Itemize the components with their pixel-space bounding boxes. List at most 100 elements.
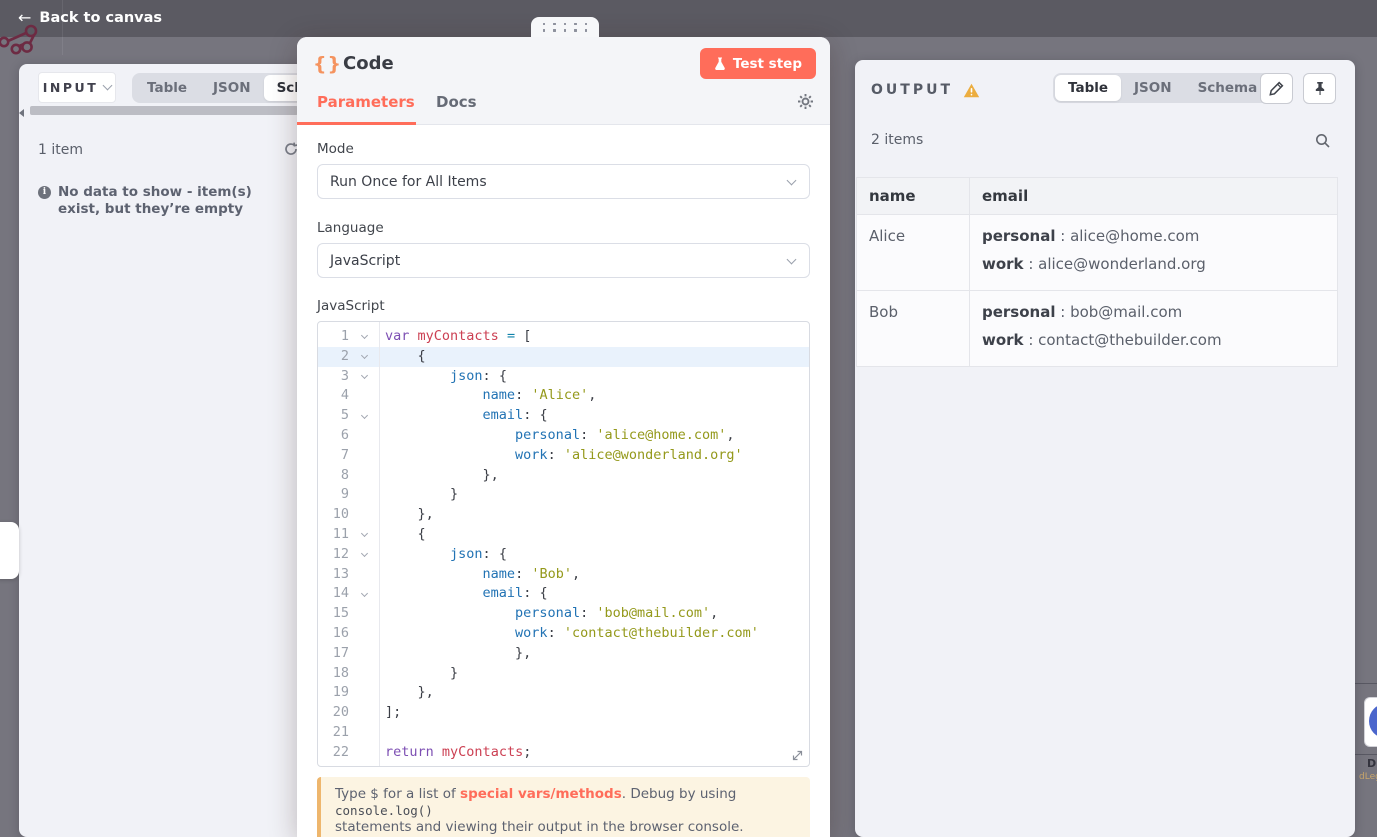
code-line-7[interactable]: work: 'alice@wonderland.org': [380, 446, 809, 466]
test-step-button[interactable]: Test step: [699, 48, 816, 79]
fold-chevron-icon[interactable]: [360, 589, 368, 597]
input-empty-message: No data to show - item(s) exist, but the…: [58, 184, 252, 217]
edit-output-button[interactable]: [1260, 73, 1293, 104]
input-source-selector[interactable]: INPUT: [38, 72, 116, 103]
fold-chevron-icon[interactable]: [360, 352, 368, 360]
line-number: 2: [340, 347, 349, 364]
fold-chevron-icon[interactable]: [360, 530, 368, 538]
active-tab-underline: [297, 122, 416, 125]
line-number: 7: [340, 446, 349, 463]
code-line-11[interactable]: {: [380, 525, 809, 545]
code-line-14[interactable]: email: {: [380, 584, 809, 604]
output-table-header-row: name email: [856, 177, 1338, 215]
code-line-18[interactable]: }: [380, 664, 809, 684]
language-label: Language: [317, 220, 384, 236]
canvas-fragment-line: [1355, 683, 1377, 684]
code-line-21[interactable]: [380, 723, 809, 743]
cell-email: personal : alice@home.com work : alice@wo…: [969, 214, 1338, 291]
code-node-icon: {}: [313, 53, 343, 75]
code-line-17[interactable]: },: [380, 644, 809, 664]
code-line-4[interactable]: name: 'Alice',: [380, 386, 809, 406]
code-line-20[interactable]: ];: [380, 703, 809, 723]
code-line-2[interactable]: {: [380, 346, 809, 367]
language-select[interactable]: JavaScript: [317, 243, 810, 278]
fold-chevron-icon[interactable]: [360, 550, 368, 558]
line-number: 13: [332, 565, 349, 582]
line-number: 21: [332, 723, 349, 740]
output-tab-json[interactable]: JSON: [1121, 75, 1185, 101]
hscroll-left-arrow[interactable]: [19, 109, 24, 117]
editor-code[interactable]: var myContacts = [ { json: { name: 'Alic…: [380, 322, 809, 766]
tab-docs[interactable]: Docs: [436, 93, 477, 111]
pin-data-button[interactable]: [1303, 73, 1336, 104]
output-table: name email Alice personal : alice@home.co…: [856, 177, 1338, 367]
node-subtitle-fragment: dLega: [1359, 772, 1377, 782]
chevron-down-icon: [786, 175, 797, 186]
table-row: Alice personal : alice@home.com work : ali…: [856, 214, 1338, 291]
mode-value: Run Once for All Items: [330, 173, 487, 190]
gutter-line-12: 12: [318, 545, 379, 565]
code-line-13[interactable]: name: 'Bob',: [380, 565, 809, 585]
code-line-22[interactable]: return myContacts;: [380, 743, 809, 763]
code-line-5[interactable]: email: {: [380, 406, 809, 426]
code-line-10[interactable]: },: [380, 505, 809, 525]
input-items-count: 1 item: [38, 142, 83, 158]
code-line-19[interactable]: },: [380, 683, 809, 703]
gutter-line-17: 17: [318, 644, 379, 664]
line-number: 12: [332, 545, 349, 562]
gutter-line-8: 8: [318, 466, 379, 486]
gutter-line-5: 5: [318, 406, 379, 426]
code-line-6[interactable]: personal: 'alice@home.com',: [380, 426, 809, 446]
line-number: 19: [332, 684, 349, 701]
gutter-line-15: 15: [318, 604, 379, 624]
editor-gutter: 1 2 3 4 5 6 7 8 9 10 11 12 13 14 15 16 17 18 19 20 21 22: [318, 322, 380, 766]
warning-triangle-icon: [963, 83, 980, 97]
node-name-fragment: Dis: [1367, 757, 1377, 770]
column-header-email: email: [969, 177, 1338, 215]
gear-icon[interactable]: [797, 93, 814, 110]
modal-header: {} Code Test step Parameters Docs: [297, 37, 830, 125]
output-panel: OUTPUT Table JSON Schema 2 items name emai…: [855, 60, 1355, 837]
code-editor[interactable]: 1 2 3 4 5 6 7 8 9 10 11 12 13 14 15 16 17 18 19 20 21 22 var …: [317, 321, 810, 767]
info-icon: i: [38, 186, 51, 199]
modal-drag-handle[interactable]: [531, 17, 599, 37]
cell-email: personal : bob@mail.com work : contact@th…: [969, 290, 1338, 367]
node-title: Code: [343, 53, 394, 74]
code-line-1[interactable]: var myContacts = [: [380, 327, 809, 347]
chevron-down-icon: [102, 80, 113, 91]
output-tab-table[interactable]: Table: [1055, 75, 1122, 101]
code-line-12[interactable]: json: {: [380, 545, 809, 565]
resize-grip-icon[interactable]: [791, 749, 804, 762]
chevron-down-icon: [786, 254, 797, 265]
line-number: 1: [340, 328, 349, 344]
gutter-line-20: 20: [318, 703, 379, 723]
line-number: 15: [332, 605, 349, 622]
fold-chevron-icon[interactable]: [360, 411, 368, 419]
code-line-9[interactable]: }: [380, 485, 809, 505]
fold-chevron-icon[interactable]: [360, 371, 368, 380]
collapsed-panel-handle[interactable]: [0, 522, 19, 579]
special-vars-link[interactable]: special vars/methods: [460, 786, 622, 802]
input-tab-json[interactable]: JSON: [200, 75, 264, 101]
output-items-count: 2 items: [871, 132, 924, 148]
input-tab-table[interactable]: Table: [134, 75, 200, 101]
drag-dots-icon: [542, 22, 588, 32]
output-tab-schema[interactable]: Schema: [1185, 75, 1271, 101]
code-line-8[interactable]: },: [380, 466, 809, 486]
code-line-3[interactable]: json: {: [380, 367, 809, 387]
line-number: 4: [340, 387, 349, 404]
tab-parameters[interactable]: Parameters: [317, 93, 415, 111]
n8n-logo-icon: [0, 24, 38, 55]
search-icon[interactable]: [1315, 133, 1331, 149]
code-line-16[interactable]: work: 'contact@thebuilder.com': [380, 624, 809, 644]
mode-select[interactable]: Run Once for All Items: [317, 164, 810, 199]
line-number: 18: [332, 664, 349, 681]
line-number: 14: [332, 585, 349, 602]
fold-chevron-icon[interactable]: [360, 332, 368, 340]
horizontal-scrollbar[interactable]: [30, 106, 298, 115]
line-number: 9: [340, 486, 349, 503]
code-line-15[interactable]: personal: 'bob@mail.com',: [380, 604, 809, 624]
mode-label: Mode: [317, 141, 354, 157]
gutter-line-11: 11: [318, 525, 379, 545]
pin-icon: [1315, 82, 1324, 95]
